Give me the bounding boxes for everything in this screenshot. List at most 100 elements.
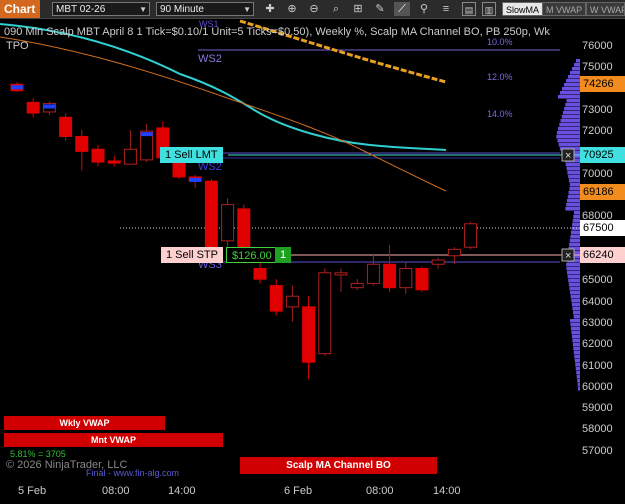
data-box-icon[interactable]: ≡	[438, 2, 454, 16]
volume-profile-bar	[576, 371, 580, 375]
volume-profile-bar	[570, 291, 580, 295]
price-tick-label: 59000	[582, 402, 613, 415]
time-tick-label: 08:00	[102, 485, 130, 497]
candle-body	[399, 268, 413, 289]
candle-body	[75, 135, 89, 152]
small-stat-label: 5.81% = 3705	[10, 449, 66, 459]
volume-profile-bar	[571, 335, 580, 339]
volume-profile-bar	[557, 139, 580, 143]
volume-profile-bar	[573, 311, 580, 315]
m-vwap-toggle[interactable]: M VWAP	[542, 2, 587, 16]
ws1-label: WS1	[199, 19, 219, 29]
order-entry-icon[interactable]: ▥	[482, 2, 496, 16]
candle-body	[318, 272, 332, 355]
strategies-icon[interactable]: ⚲	[416, 2, 432, 16]
scalp-ma-channel-bar: Scalp MA Channel BO	[240, 457, 437, 474]
volume-profile-bar	[571, 227, 580, 231]
volume-profile-bar	[558, 143, 580, 147]
sell-limit-order-tag[interactable]: 1 Sell LMT	[160, 147, 223, 163]
candle-body	[107, 160, 121, 164]
volume-profile-bar	[566, 263, 580, 267]
volume-profile-bar	[572, 343, 580, 347]
properties-icon[interactable]: ⊞	[350, 2, 366, 16]
volume-profile-bar	[564, 107, 580, 111]
chart-tab[interactable]: Chart	[0, 0, 40, 18]
indicators-icon[interactable]: ⟋	[394, 2, 410, 16]
zoom-box-icon[interactable]: ⌕	[328, 2, 344, 16]
instrument-selector[interactable]: MBT 02-26 ▼	[52, 2, 150, 16]
candle-body	[221, 204, 235, 242]
tpo-label: TPO	[6, 40, 29, 52]
draw-tool-icon[interactable]: ✎	[372, 2, 388, 16]
footer-link[interactable]: Final - www.fin-alg.com	[86, 468, 179, 478]
signal-marker	[189, 177, 202, 182]
volume-profile-bar	[572, 67, 580, 71]
time-tick-label: 14:00	[168, 485, 196, 497]
volume-profile-bar	[569, 239, 580, 243]
volume-profile-bar	[576, 59, 580, 63]
volume-profile-bar	[569, 287, 580, 291]
volume-profile-bar	[570, 327, 580, 331]
volume-profile-bar	[570, 319, 580, 323]
chart-canvas[interactable]: × ×	[0, 19, 625, 504]
price-tag: 70925	[580, 147, 625, 164]
price-tick-label: 60000	[582, 380, 613, 393]
crosshair-icon[interactable]: ✚	[262, 2, 278, 16]
chevron-down-icon: ▼	[139, 5, 147, 14]
svg-text:×: ×	[565, 150, 571, 162]
volume-profile-bar	[570, 323, 580, 327]
volume-profile-bar	[570, 235, 580, 239]
volume-profile-bar	[565, 163, 580, 167]
volume-profile-bar	[577, 383, 580, 387]
position-pnl: $126.00	[226, 247, 278, 263]
volume-profile-bar	[570, 231, 580, 235]
candle-body	[431, 259, 445, 265]
price-tick-label: 72000	[582, 125, 613, 138]
interval-selector[interactable]: 90 Minute ▼	[156, 2, 254, 16]
volume-profile-bar	[571, 299, 580, 303]
candle-body	[59, 116, 73, 137]
candle-body	[269, 285, 283, 312]
zoom-in-icon[interactable]: ⊕	[284, 2, 300, 16]
volume-profile-bar	[569, 183, 580, 187]
slow-ma-toggle[interactable]: SlowMA	[502, 2, 544, 16]
volume-profile-bar	[576, 375, 580, 379]
volume-profile-bar	[567, 195, 580, 199]
ws2-label: WS2	[198, 53, 222, 65]
pct-12-label: 12.0%	[487, 72, 513, 82]
volume-profile-bar	[565, 103, 580, 107]
price-tick-label: 73000	[582, 103, 613, 116]
candle-body	[123, 148, 137, 165]
volume-profile-bar	[556, 131, 580, 135]
volume-profile-bar	[559, 123, 580, 127]
volume-profile-bar	[574, 359, 580, 363]
pct-14-label: 14.0%	[487, 109, 513, 119]
volume-profile-bar	[566, 99, 580, 103]
signal-marker	[140, 132, 153, 137]
instrument-value: MBT 02-26	[56, 4, 106, 15]
volume-profile-bar	[564, 83, 580, 87]
volume-profile-bar	[572, 339, 580, 343]
w-vwap-toggle[interactable]: W VWAP	[586, 2, 625, 16]
price-tick-label: 58000	[582, 423, 613, 436]
position-qty[interactable]: 1	[275, 247, 292, 263]
volume-profile-bar	[571, 331, 580, 335]
pct-10-label: 10.0%	[487, 37, 513, 47]
price-tick-label: 65000	[582, 274, 613, 287]
show-trades-icon[interactable]: ▤	[462, 2, 476, 16]
volume-profile-bar	[568, 191, 580, 195]
volume-profile-bar	[569, 243, 580, 247]
zoom-out-icon[interactable]: ⊖	[306, 2, 322, 16]
signal-marker	[43, 104, 56, 109]
chart-toolbar: Chart MBT 02-26 ▼ 90 Minute ▼ ✚ ⊕ ⊖ ⌕ ⊞ …	[0, 0, 625, 19]
volume-profile	[556, 59, 580, 391]
price-chart[interactable]: × × 090 Min Scalp MBT April 8 1 Tick=$0.…	[0, 19, 625, 504]
price-tick-label: 70000	[582, 167, 613, 180]
price-tag: 67500	[580, 220, 625, 237]
candle-body	[415, 268, 429, 291]
volume-profile-bar	[575, 367, 580, 371]
candle-body	[204, 180, 218, 252]
volume-profile-bar	[569, 179, 580, 183]
sell-stop-order-tag[interactable]: 1 Sell STP	[161, 247, 223, 263]
candle-body	[334, 272, 348, 276]
